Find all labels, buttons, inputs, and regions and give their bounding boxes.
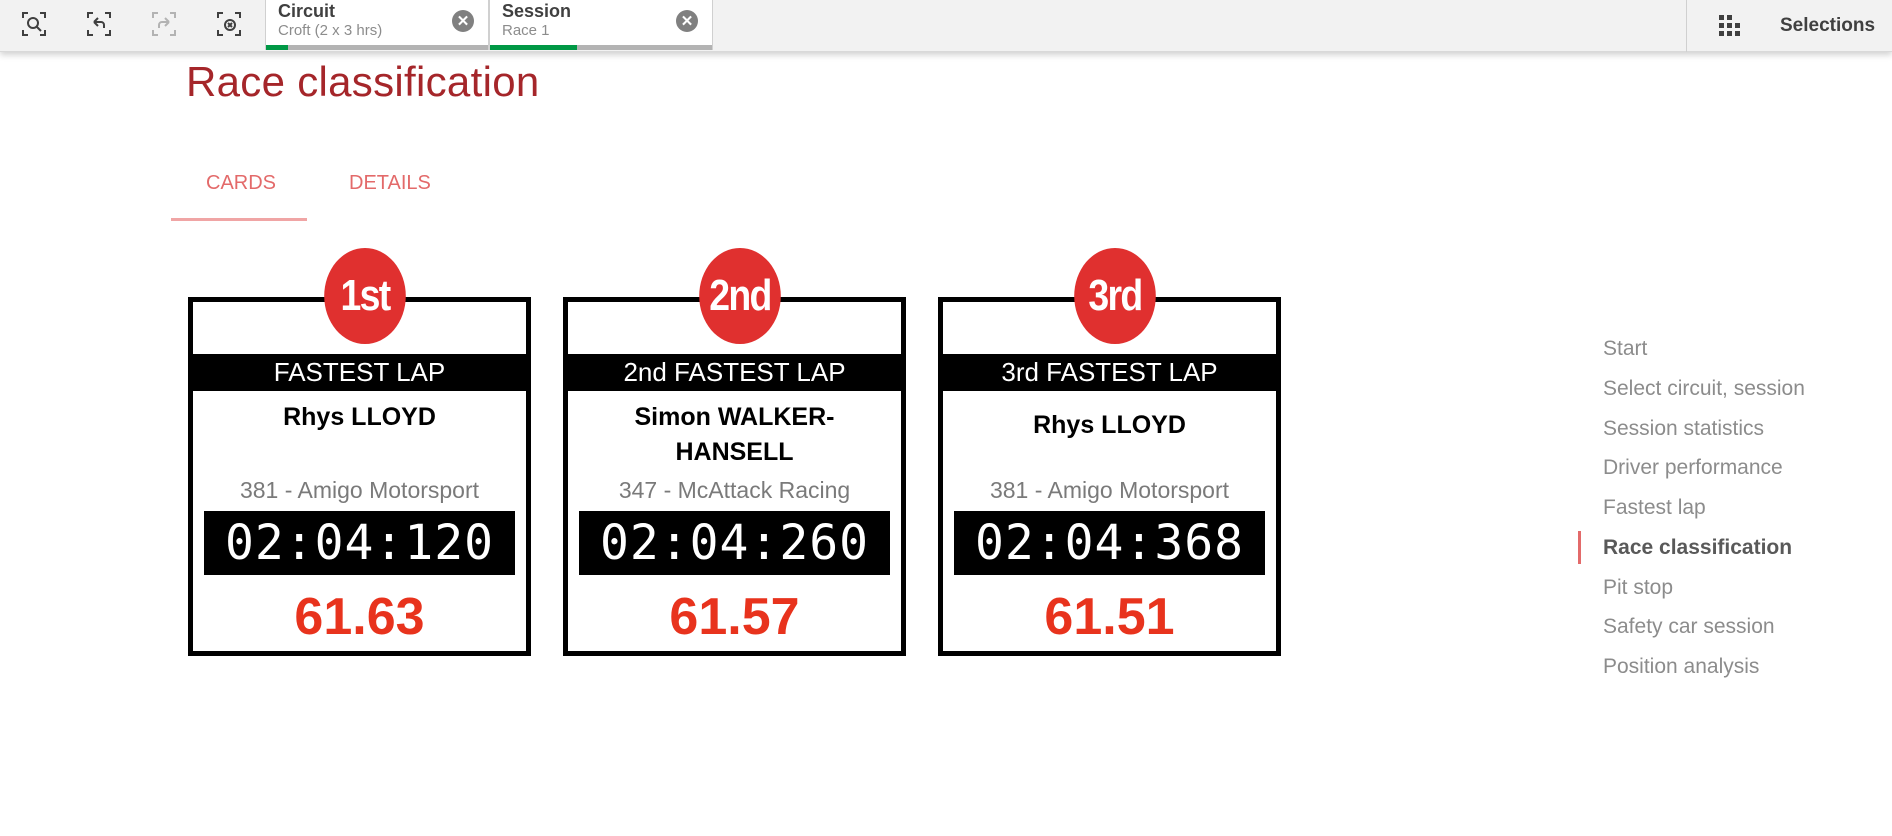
average-speed: 61.63 [294,588,425,646]
nav-item-pit-stop[interactable]: Pit stop [1603,576,1673,600]
nav-item-safety-car-session[interactable]: Safety car session [1603,615,1775,639]
chip-field-label: Session [502,1,572,21]
selections-grid-icon [1719,15,1740,36]
step-back-button[interactable] [82,9,116,39]
team-name: 381 - Amigo Motorsport [989,477,1230,503]
nav-item-position-analysis[interactable]: Position analysis [1603,655,1759,679]
close-icon[interactable]: ✕ [452,10,474,32]
chip-value-label: Race 1 [502,22,550,39]
lap-time: 02:04:368 [954,511,1265,575]
nav-item-fastest-lap[interactable]: Fastest lap [1603,496,1706,520]
tab-cards[interactable]: CARDS [206,172,276,195]
classification-card: 2nd FASTEST LAP Simon WALKER-HANSELL 347… [563,297,906,656]
position-badge: 1st [324,248,406,344]
lap-time: 02:04:120 [204,511,515,575]
close-icon[interactable]: ✕ [676,10,698,32]
position-badge: 2nd [699,248,781,344]
selection-chip-circuit[interactable]: Circuit Croft (2 x 3 hrs) ✕ [265,0,489,50]
clear-selections-button[interactable] [212,9,246,39]
selection-chip-session[interactable]: Session Race 1 ✕ [489,0,713,50]
page-title: Race classification [186,58,540,105]
average-speed: 61.51 [1044,588,1175,646]
nav-item-race-classification[interactable]: Race classification [1603,536,1792,560]
driver-name: Simon WALKER-HANSELL [634,403,835,466]
step-forward-button[interactable] [147,9,181,39]
nav-item-session-statistics[interactable]: Session statistics [1603,417,1764,441]
smart-search-button[interactable] [17,9,51,39]
driver-name: Rhys LLOYD [283,403,436,431]
lap-time: 02:04:260 [579,511,890,575]
selections-label: Selections [1780,15,1876,36]
nav-item-start[interactable]: Start [1603,337,1647,361]
card-banner: 3rd FASTEST LAP [943,354,1276,391]
card-banner: 2nd FASTEST LAP [568,354,901,391]
selections-button[interactable]: Selections [1686,0,1892,52]
selection-progress-bar [490,45,577,50]
classification-card: FASTEST LAP Rhys LLOYD 381 - Amigo Motor… [188,297,531,656]
active-tab-indicator [171,218,307,221]
active-nav-indicator [1578,531,1581,564]
nav-item-driver-performance[interactable]: Driver performance [1603,456,1783,480]
top-toolbar: Circuit Croft (2 x 3 hrs) ✕ Session Race… [0,0,1892,52]
nav-item-select-circuit-session[interactable]: Select circuit, session [1603,377,1805,401]
step-forward-icon [152,12,176,36]
card-banner: FASTEST LAP [193,354,526,391]
tab-details[interactable]: DETAILS [349,172,431,195]
average-speed: 61.57 [669,588,800,646]
position-badge: 3rd [1074,248,1156,344]
team-name: 347 - McAttack Racing [618,477,851,503]
clear-selections-icon [217,12,241,36]
chip-field-label: Circuit [278,1,336,21]
smart-search-icon [22,12,46,36]
team-name: 381 - Amigo Motorsport [239,477,480,503]
classification-card: 3rd FASTEST LAP Rhys LLOYD 381 - Amigo M… [938,297,1281,656]
selection-progress-track [266,45,488,50]
step-back-icon [87,12,111,36]
chip-value-label: Croft (2 x 3 hrs) [278,22,383,39]
selection-progress-bar [266,45,289,50]
driver-name: Rhys LLOYD [1033,411,1186,439]
